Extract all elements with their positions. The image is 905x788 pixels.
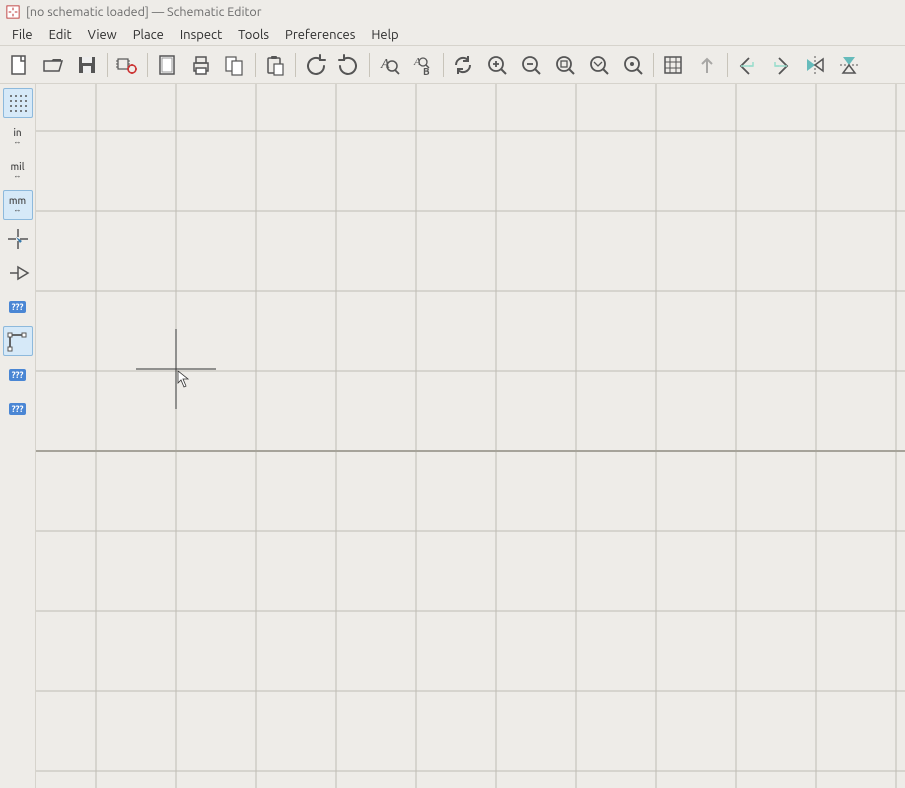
menu-bar: File Edit View Place Inspect Tools Prefe…: [0, 24, 905, 46]
zoom-obj-button[interactable]: [582, 48, 616, 82]
page-settings-button[interactable]: [150, 48, 184, 82]
menu-file[interactable]: File: [4, 26, 41, 44]
save-icon: [75, 53, 99, 77]
bounding-boxes-button[interactable]: [3, 326, 33, 356]
undo-icon: [303, 53, 327, 77]
menu-inspect[interactable]: Inspect: [172, 26, 230, 44]
page-icon: [155, 53, 179, 77]
redo-button[interactable]: [332, 48, 366, 82]
rotate-ccw-button[interactable]: [730, 48, 764, 82]
hier-icon: [661, 53, 685, 77]
toolbar-top: [0, 46, 905, 84]
cursor-icon: [6, 227, 30, 251]
zoom-sel-button[interactable]: [616, 48, 650, 82]
leave-sheet-button: [690, 48, 724, 82]
rotate-cw-button[interactable]: [764, 48, 798, 82]
bbox-icon: [6, 329, 30, 353]
menu-view[interactable]: View: [80, 26, 125, 44]
save-file-button[interactable]: [70, 48, 104, 82]
mirror-h-button[interactable]: [798, 48, 832, 82]
dots-icon: [6, 91, 30, 115]
hidden-fields-c-button[interactable]: ???: [3, 394, 33, 424]
title-bar: [no schematic loaded] — Schematic Editor: [0, 0, 905, 24]
hidden-field-tag-icon: ???: [9, 369, 27, 381]
schematic-setup-button[interactable]: [110, 48, 144, 82]
hidden-field-tag-icon: ???: [9, 403, 27, 415]
find-replace-button[interactable]: [406, 48, 440, 82]
hidden-fields-a-button[interactable]: ???: [3, 292, 33, 322]
hidden-fields-b-button[interactable]: ???: [3, 360, 33, 390]
rotcw-icon: [769, 53, 793, 77]
units-in-button[interactable]: in↔: [3, 122, 33, 152]
zoomsel-icon: [621, 53, 645, 77]
undo-button[interactable]: [298, 48, 332, 82]
menu-tools[interactable]: Tools: [230, 26, 277, 44]
plot-button[interactable]: [218, 48, 252, 82]
units-mm-button[interactable]: mm↔: [3, 190, 33, 220]
menu-place[interactable]: Place: [125, 26, 172, 44]
refresh-button[interactable]: [446, 48, 480, 82]
window-title: [no schematic loaded] — Schematic Editor: [26, 0, 261, 24]
paste-icon: [263, 53, 287, 77]
new-file-button[interactable]: [2, 48, 36, 82]
hidden-field-tag-icon: ???: [9, 301, 27, 313]
new-icon: [7, 53, 31, 77]
gearcomp-icon: [115, 53, 139, 77]
zoom-fit-button[interactable]: [548, 48, 582, 82]
zoomin-icon: [485, 53, 509, 77]
zoomobj-icon: [587, 53, 611, 77]
zoomout-icon: [519, 53, 543, 77]
rotccw-icon: [735, 53, 759, 77]
menu-preferences[interactable]: Preferences: [277, 26, 363, 44]
units-mil-button[interactable]: mil↔: [3, 156, 33, 186]
refresh-icon: [451, 53, 475, 77]
redo-icon: [337, 53, 361, 77]
mirrorv-icon: [837, 53, 861, 77]
find-icon: [377, 53, 401, 77]
zoom-out-button[interactable]: [514, 48, 548, 82]
open-file-button[interactable]: [36, 48, 70, 82]
full-crosshair-button[interactable]: [3, 224, 33, 254]
zoom-in-button[interactable]: [480, 48, 514, 82]
open-icon: [41, 53, 65, 77]
hidden-pins-button[interactable]: [3, 258, 33, 288]
toolbar-left: in↔ mil↔ mm↔?????????: [0, 84, 36, 788]
schematic-canvas[interactable]: [36, 84, 905, 788]
arrowup-icon: [695, 53, 719, 77]
pins-icon: [6, 261, 30, 285]
paste-button[interactable]: [258, 48, 292, 82]
plot-icon: [223, 53, 247, 77]
mirrorh-icon: [803, 53, 827, 77]
menu-edit[interactable]: Edit: [41, 26, 80, 44]
find-button[interactable]: [372, 48, 406, 82]
mirror-v-button[interactable]: [832, 48, 866, 82]
zoomfit-icon: [553, 53, 577, 77]
hierarchy-button[interactable]: [656, 48, 690, 82]
print-button[interactable]: [184, 48, 218, 82]
menu-help[interactable]: Help: [363, 26, 406, 44]
app-icon: [6, 5, 20, 19]
print-icon: [189, 53, 213, 77]
findrep-icon: [411, 53, 435, 77]
grid-dots-button[interactable]: [3, 88, 33, 118]
